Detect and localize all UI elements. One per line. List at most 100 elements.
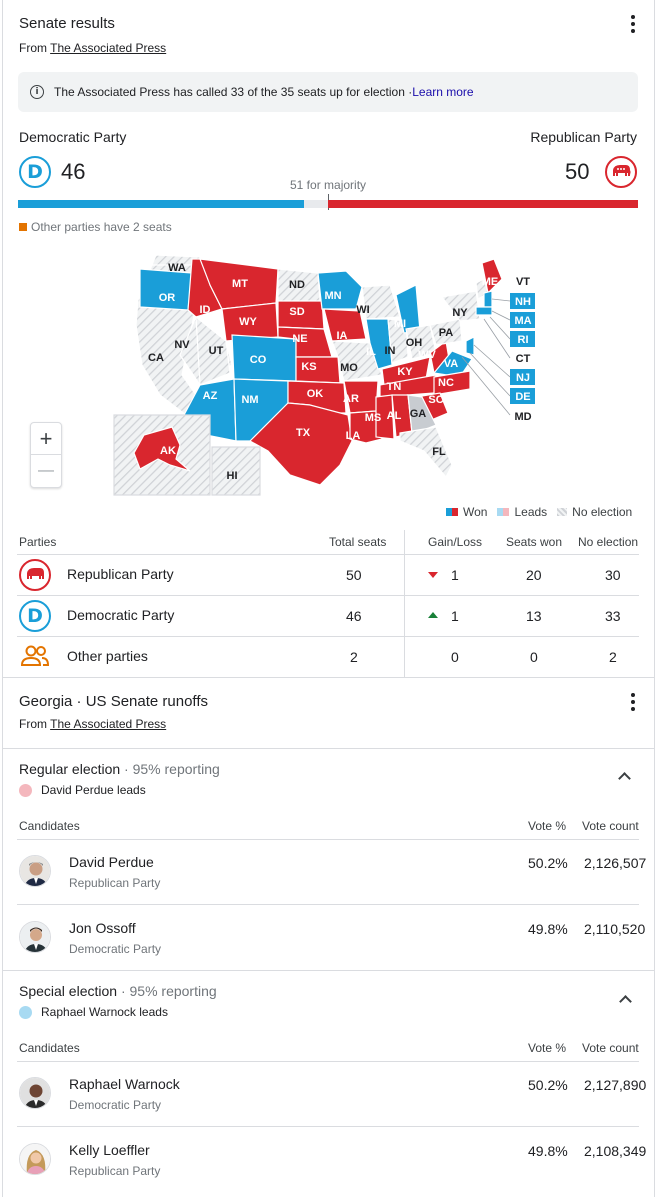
table-row-won: 0 xyxy=(530,649,538,665)
svg-text:ME: ME xyxy=(482,276,499,288)
svg-text:IL: IL xyxy=(366,346,376,358)
svg-text:SC: SC xyxy=(428,394,443,406)
table-row-total: 50 xyxy=(346,567,362,583)
people-icon xyxy=(20,644,50,671)
candidate-vote-pct: 50.2% xyxy=(528,855,568,871)
svg-text:NM: NM xyxy=(241,394,258,406)
regular-leader: David Perdue leads xyxy=(19,783,146,797)
no-election-swatch xyxy=(557,508,568,516)
svg-text:TX: TX xyxy=(296,427,311,439)
special-leader: Raphael Warnock leads xyxy=(19,1005,168,1019)
candidate-party: Democratic Party xyxy=(69,942,162,956)
table-row-won: 13 xyxy=(526,608,542,624)
svg-text:WY: WY xyxy=(239,316,257,328)
map-state-nh[interactable] xyxy=(483,290,493,308)
header-no-election: No election xyxy=(578,535,639,549)
header-vote-pct: Vote % xyxy=(528,1041,567,1055)
svg-text:MS: MS xyxy=(365,412,382,424)
svg-text:AZ: AZ xyxy=(203,390,218,402)
svg-text:TN: TN xyxy=(387,381,402,393)
header-candidates: Candidates xyxy=(19,1041,80,1055)
svg-text:VA: VA xyxy=(444,358,459,370)
table-row-total: 2 xyxy=(350,649,358,665)
special-election-header[interactable]: Special election · 95% reporting xyxy=(19,983,217,999)
svg-text:MD: MD xyxy=(514,411,531,423)
header-vote-count: Vote count xyxy=(582,1041,639,1055)
regular-election-header[interactable]: Regular election · 95% reporting xyxy=(19,761,220,777)
candidate-name: Jon Ossoff xyxy=(69,920,136,936)
section-divider xyxy=(2,748,655,749)
svg-text:SD: SD xyxy=(289,306,304,318)
table-row-total: 46 xyxy=(346,608,362,624)
svg-text:CO: CO xyxy=(250,354,267,366)
svg-text:DE: DE xyxy=(515,391,530,403)
header-seats-won: Seats won xyxy=(506,535,563,549)
map-legend: Won Leads No election xyxy=(446,505,632,519)
svg-text:PA: PA xyxy=(439,327,454,339)
leads-rep-swatch xyxy=(503,508,510,516)
seat-bar xyxy=(18,200,638,208)
svg-text:MA: MA xyxy=(514,315,531,327)
candidate-name: Kelly Loeffler xyxy=(69,1142,150,1158)
svg-text:CA: CA xyxy=(148,352,164,364)
svg-text:LA: LA xyxy=(346,430,361,442)
candidate-vote-pct: 49.8% xyxy=(528,921,568,937)
candidate-vote-pct: 50.2% xyxy=(528,1077,568,1093)
map-state-ma[interactable] xyxy=(475,306,493,316)
row-separator xyxy=(17,595,639,596)
us-senate-map[interactable]: WA MT ND MN OR ID SD WI MI WY NE IA IL IN OH PA NY C… xyxy=(100,245,560,497)
more-options-icon[interactable] xyxy=(624,15,642,33)
republican-elephant-icon xyxy=(605,156,637,188)
zoom-out-button[interactable]: — xyxy=(31,455,61,487)
learn-more-link[interactable]: Learn more xyxy=(412,85,473,99)
map-state-nj[interactable] xyxy=(465,336,475,356)
map-zoom-control: + — xyxy=(30,422,62,488)
svg-text:ND: ND xyxy=(289,279,305,291)
svg-text:IA: IA xyxy=(337,330,348,342)
rep-seat-count: 50 xyxy=(565,159,590,184)
svg-text:VT: VT xyxy=(516,276,530,288)
svg-text:CT: CT xyxy=(516,353,531,365)
header-vote-pct: Vote % xyxy=(528,819,567,833)
candidate-party: Democratic Party xyxy=(69,1098,162,1112)
democratic-d-icon: D xyxy=(19,600,51,632)
source-link[interactable]: The Associated Press xyxy=(50,717,166,731)
svg-text:AL: AL xyxy=(387,410,402,422)
svg-text:RI: RI xyxy=(518,334,529,346)
source-link[interactable]: The Associated Press xyxy=(50,41,166,55)
senate-title: Senate results xyxy=(19,15,115,32)
row-separator xyxy=(17,1061,639,1062)
row-separator xyxy=(17,839,639,840)
avatar xyxy=(19,921,51,953)
zoom-in-button[interactable]: + xyxy=(31,423,61,455)
svg-text:NC: NC xyxy=(438,377,454,389)
svg-text:NE: NE xyxy=(292,333,307,345)
candidate-name: Raphael Warnock xyxy=(69,1076,180,1092)
svg-text:MO: MO xyxy=(340,362,358,374)
candidate-vote-pct: 49.8% xyxy=(528,1143,568,1159)
avatar xyxy=(19,855,51,887)
table-row-none: 33 xyxy=(605,608,621,624)
section-divider xyxy=(2,970,655,971)
header-vote-count: Vote count xyxy=(582,819,639,833)
avatar xyxy=(19,1077,51,1109)
candidate-name: David Perdue xyxy=(69,854,154,870)
section-divider xyxy=(2,677,655,678)
svg-text:OH: OH xyxy=(406,337,423,349)
other-bar-segment xyxy=(304,200,328,208)
table-row-gain: 0 xyxy=(451,649,459,665)
header-candidates: Candidates xyxy=(19,819,80,833)
svg-text:AK: AK xyxy=(160,445,176,457)
svg-text:UT: UT xyxy=(209,345,224,357)
more-options-icon[interactable] xyxy=(624,693,642,711)
gain-arrow-icon xyxy=(428,612,438,618)
rep-bar-segment xyxy=(328,200,638,208)
leads-dem-dot-icon xyxy=(19,1005,32,1019)
majority-label: 51 for majority xyxy=(290,178,367,192)
avatar xyxy=(19,1143,51,1175)
candidate-vote-count: 2,108,349 xyxy=(584,1143,647,1159)
row-separator xyxy=(17,554,639,555)
row-separator xyxy=(17,1126,639,1127)
republican-elephant-icon xyxy=(19,559,51,591)
loss-arrow-icon xyxy=(428,572,438,578)
